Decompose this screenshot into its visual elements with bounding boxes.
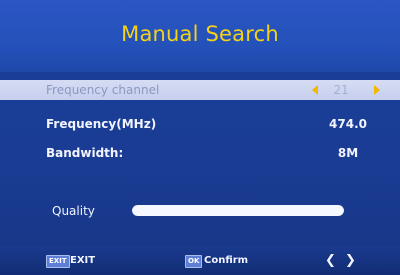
ok-key-icon[interactable]: OK — [185, 255, 203, 268]
quality-label: Quality — [52, 204, 95, 218]
quality-bar-fill — [132, 205, 344, 216]
footer-bar: EXIT EXIT OK Confirm ❮ ❯ — [0, 246, 400, 275]
quality-bar — [132, 205, 344, 216]
bandwidth-value: 8M — [337, 146, 359, 160]
tv-menu-screen: Manual Search Frequency channel 21 Frequ… — [0, 0, 400, 275]
frequency-channel-row[interactable]: Frequency channel 21 — [0, 80, 400, 100]
frequency-mhz-value: 474.0 — [329, 117, 367, 131]
exit-label: EXIT — [70, 255, 96, 266]
bandwidth-label: Bandwidth: — [46, 146, 124, 160]
bandwidth-row[interactable]: Bandwidth: 8M — [0, 143, 400, 163]
frequency-mhz-row[interactable]: Frequency(MHz) 474.0 — [0, 114, 400, 134]
title-bar: Manual Search — [0, 0, 400, 72]
frequency-channel-value: 21 — [333, 83, 349, 97]
channel-increase-icon[interactable] — [374, 85, 380, 95]
frequency-mhz-label: Frequency(MHz) — [46, 117, 157, 131]
nav-left-icon[interactable]: ❮ — [325, 253, 336, 268]
frequency-channel-label: Frequency channel — [46, 83, 160, 97]
nav-right-icon[interactable]: ❯ — [345, 253, 356, 268]
channel-decrease-icon[interactable] — [312, 85, 318, 95]
page-title: Manual Search — [121, 22, 279, 46]
confirm-label: Confirm — [204, 255, 249, 266]
exit-key-icon[interactable]: EXIT — [46, 255, 70, 268]
